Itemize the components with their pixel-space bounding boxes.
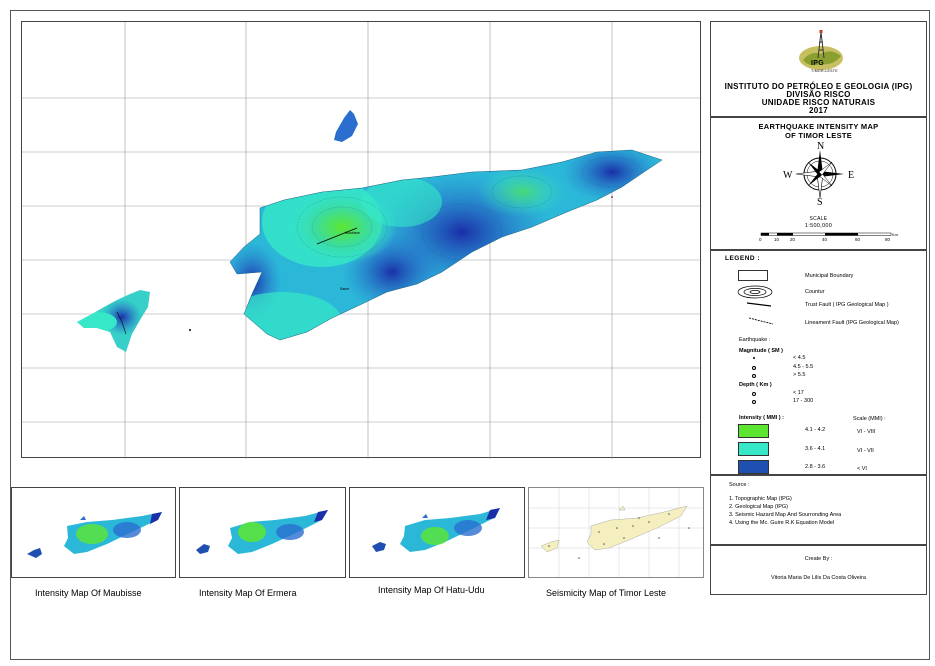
legend-earthquake: Earthquake : bbox=[739, 337, 771, 343]
inset-caption-hatu-udu: Intensity Map Of Hatu-Udu bbox=[378, 585, 485, 595]
scale-tick-0: 0 bbox=[759, 237, 762, 242]
map-title-line2: OF TIMOR LESTE bbox=[784, 131, 853, 140]
legend-mag1: < 4.5 bbox=[793, 355, 806, 361]
magnitude-small-dot bbox=[753, 357, 755, 359]
legend-trust-fault: Trust Fault ( IPG Geological Map ) bbox=[805, 302, 889, 308]
trust-fault-swatch-icon bbox=[746, 302, 772, 307]
intensity-range-high: 4.1 - 4.2 bbox=[805, 427, 826, 433]
source-item: 2. Geological Map (IPG) bbox=[729, 504, 788, 510]
legend-contour: Countur bbox=[805, 289, 825, 295]
scale-tick-40: 40 bbox=[822, 237, 828, 242]
inset-maubisse-svg bbox=[27, 512, 162, 558]
legend-heading: LEGEND : bbox=[725, 255, 761, 262]
intensity-scale-high: VI - VIII bbox=[857, 429, 876, 435]
legend-mag3: > 5.5 bbox=[793, 372, 806, 378]
map-title-line1: EARTHQUAKE INTENSITY MAP bbox=[758, 122, 879, 131]
municipal-boundary-swatch bbox=[738, 270, 768, 281]
source-heading: Source : bbox=[729, 482, 750, 488]
legend-magnitude: Magnitude ( SM ) bbox=[739, 348, 783, 354]
inset-hatu-udu-svg bbox=[372, 508, 500, 552]
magnitude-large-dot bbox=[752, 374, 756, 378]
place-label-same: Same bbox=[340, 287, 349, 291]
compass-north: N bbox=[817, 141, 825, 152]
inset-seismicity-svg bbox=[529, 488, 703, 577]
depth-shallow-dot bbox=[752, 392, 756, 396]
legend-municipal: Municipal Boundary bbox=[805, 273, 854, 279]
scale-bar bbox=[760, 232, 892, 236]
credit-heading: Create By : bbox=[804, 556, 833, 562]
inset-map-seismicity[interactable] bbox=[528, 487, 704, 578]
earthquake-point bbox=[611, 196, 613, 198]
scale-tick-60: 60 bbox=[855, 237, 861, 242]
timor-mainland[interactable] bbox=[222, 142, 682, 352]
source-panel: Source : 1. Topographic Map (IPG) 2. Geo… bbox=[710, 475, 927, 545]
intensity-swatch-high bbox=[738, 424, 769, 438]
intensity-swatch-low bbox=[738, 460, 769, 474]
compass-south: S bbox=[817, 197, 823, 208]
legend-panel: LEGEND : Municipal Boundary Countur Trus… bbox=[710, 250, 927, 475]
compass-east: E bbox=[848, 170, 855, 181]
legend-depth: Depth ( Km ) bbox=[739, 382, 772, 388]
compass-west: W bbox=[783, 170, 793, 181]
title-panel: IPG TIMOR-LESTE INSTITUTO DO PETRÓLEO E … bbox=[710, 21, 927, 117]
depth-deep-dot bbox=[752, 400, 756, 404]
legend-mag2: 4.5 - 5.5 bbox=[793, 364, 814, 370]
contour-swatch-icon bbox=[737, 285, 773, 299]
inset-map-hatu-udu[interactable] bbox=[349, 487, 525, 578]
inset-map-ermera[interactable] bbox=[179, 487, 346, 578]
scale-tick-80: 80 bbox=[885, 237, 891, 242]
scale-tick-20: 20 bbox=[790, 237, 796, 242]
inset-caption-ermera: Intensity Map Of Ermera bbox=[199, 588, 297, 598]
scale-ratio: 1:500,000 bbox=[804, 223, 833, 229]
credit-panel: Create By : Vitoria Maria De Lilis Da Co… bbox=[710, 545, 927, 595]
source-item: 4. Using the Mc. Guire R.K Equation Mode… bbox=[729, 520, 835, 526]
intensity-range-medium: 3.6 - 4.1 bbox=[805, 446, 826, 452]
legend-depth1: < 17 bbox=[793, 390, 804, 396]
earthquake-point bbox=[189, 329, 191, 331]
intensity-scale-low: < VI bbox=[857, 466, 867, 472]
main-intensity-map[interactable]: Maubisse Same bbox=[21, 21, 702, 459]
place-label-maubisse: Maubisse bbox=[345, 231, 360, 235]
intensity-swatch-medium bbox=[738, 442, 769, 456]
inset-caption-seismicity: Seismicity Map of Timor Leste bbox=[546, 588, 667, 598]
legend-intensity: Intensity ( MMI ) : bbox=[739, 415, 784, 421]
inset-ermera-svg bbox=[196, 510, 328, 554]
magnitude-medium-dot bbox=[752, 366, 756, 370]
credit-author: Vitoria Maria De Lilis Da Costa Oliveira bbox=[771, 575, 866, 581]
main-map-svg: Maubisse Same bbox=[22, 22, 702, 459]
atauro-island[interactable] bbox=[334, 110, 358, 142]
oecusse-enclave[interactable] bbox=[72, 282, 162, 362]
logo-subtext: TIMOR-LESTE bbox=[811, 69, 838, 73]
intensity-range-low: 2.8 - 3.6 bbox=[805, 464, 826, 470]
scale-tick-10: 10 bbox=[774, 237, 780, 242]
scale-unit: Km bbox=[892, 232, 898, 237]
source-item: 3. Seismic Hazard Map And Sourronding Ar… bbox=[729, 512, 842, 518]
source-item: 1. Topographic Map (IPG) bbox=[729, 496, 792, 502]
inset-map-maubisse[interactable] bbox=[11, 487, 176, 578]
lineament-fault-swatch-icon bbox=[748, 317, 774, 325]
intensity-scale-medium: VI - VII bbox=[857, 448, 874, 454]
map-year: 2017 bbox=[809, 106, 828, 115]
legend-scale-mmi: Scale (MMI) : bbox=[853, 416, 886, 422]
inset-caption-maubisse: Intensity Map Of Maubisse bbox=[35, 588, 142, 598]
legend-depth2: 17 - 300 bbox=[793, 398, 814, 404]
legend-lineament-fault: Lineament Fault (IPG Geological Map) bbox=[805, 320, 899, 326]
map-title-panel: EARTHQUAKE INTENSITY MAP OF TIMOR LESTE … bbox=[710, 117, 927, 250]
